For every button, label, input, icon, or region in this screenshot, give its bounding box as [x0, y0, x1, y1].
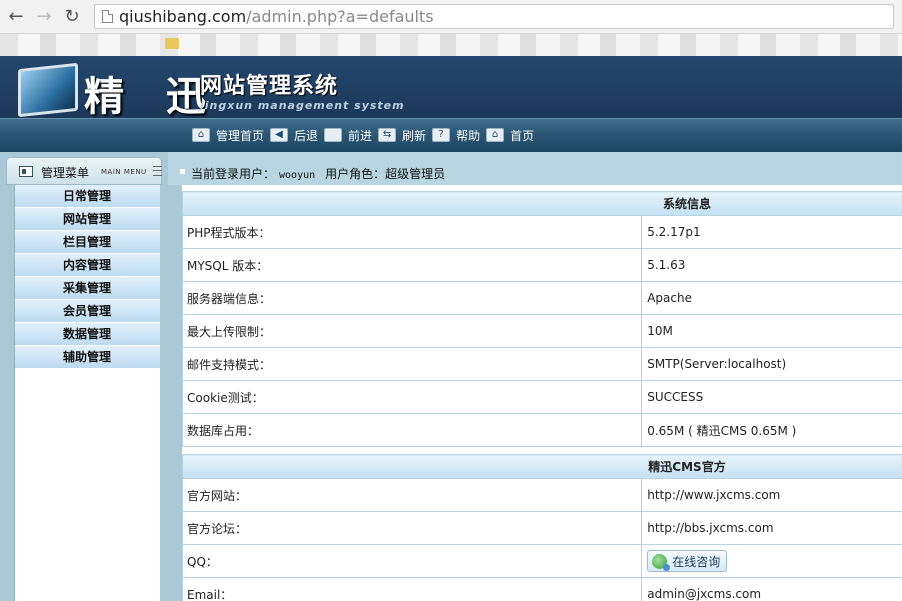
sidebar-item-columns[interactable]: 栏目管理: [15, 231, 160, 254]
logo-subtitle: jingxun management system: [200, 99, 405, 112]
table-row: 官方论坛： http://bbs.jxcms.com: [181, 511, 902, 545]
system-info-table: 系统信息 PHP程式版本： 5.2.17p1 MYSQL 版本： 5.1.63 服务…: [181, 191, 902, 447]
home-icon: ⌂: [486, 128, 505, 142]
table-row: QQ： 在线咨询: [181, 544, 902, 578]
sidebar-header: 管理菜单 MAIN MENU: [6, 157, 162, 185]
sidebar: 管理菜单 MAIN MENU 日常管理 网站管理 栏目管理 内容管理 采集管理 …: [0, 152, 168, 601]
table-title: 精迅CMS官方: [182, 454, 902, 479]
help-icon: ?: [432, 128, 451, 142]
sidebar-item-members[interactable]: 会员管理: [15, 300, 160, 323]
nav-label: 后退: [294, 128, 319, 143]
logo-system-name: 网站管理系统: [200, 74, 339, 99]
row-label: 官方论坛：: [181, 511, 643, 545]
sidebar-title: 管理菜单: [41, 166, 90, 180]
button-label: 在线咨询: [672, 554, 721, 569]
email-link[interactable]: admin@jxcms.com: [641, 577, 902, 601]
table-row: MYSQL 版本： 5.1.63: [181, 248, 902, 282]
role-label: 用户角色：: [325, 167, 386, 181]
row-label: MYSQL 版本：: [181, 248, 643, 282]
nav-forward[interactable]: 前进: [324, 127, 372, 144]
official-site-link[interactable]: http://www.jxcms.com: [641, 478, 902, 512]
row-label: Email：: [181, 577, 643, 601]
table-row: PHP程式版本： 5.2.17p1: [181, 215, 902, 249]
qq-icon: [652, 553, 671, 571]
page-icon: [102, 10, 113, 23]
top-nav: ⌂ 管理首页 ◀ 后退 前进 ⇆ 刷新 ? 帮助 ⌂ 首页: [192, 126, 540, 144]
table-row: 数据库占用： 0.65M ( 精迅CMS 0.65M ): [181, 413, 902, 447]
forward-icon: [324, 128, 343, 142]
row-value: Apache: [641, 281, 902, 315]
row-value: SMTP(Server:localhost): [641, 347, 902, 381]
table-row: 服务器端信息： Apache: [181, 281, 902, 315]
nav-label: 首页: [510, 128, 535, 143]
row-value: 5.1.63: [641, 248, 902, 282]
address-text: qiushibang.com/admin.php?a=defaults: [119, 7, 434, 26]
refresh-icon: ⇆: [378, 128, 397, 142]
user-bar: 当前登录用户： wooyun 用户角色：超级管理员: [168, 152, 902, 185]
sidebar-item-site[interactable]: 网站管理: [15, 208, 160, 231]
nav-label: 管理首页: [216, 128, 265, 143]
nav-back[interactable]: ◀ 后退: [270, 127, 318, 144]
main-content: 当前登录用户： wooyun 用户角色：超级管理员 系统信息 PHP程式版本： 5.2…: [168, 152, 902, 601]
table-row: 官方网站： http://www.jxcms.com: [181, 478, 902, 512]
monitor-icon: [18, 62, 78, 118]
row-value: 0.65M ( 精迅CMS 0.65M ): [641, 413, 902, 447]
row-label: 服务器端信息：: [181, 281, 643, 315]
nav-help[interactable]: ? 帮助: [432, 127, 480, 144]
home-icon: ⌂: [192, 128, 210, 142]
table-row: Cookie测试： SUCCESS: [181, 380, 902, 414]
row-label: 最大上传限制：: [181, 314, 643, 348]
nav-refresh[interactable]: ⇆ 刷新: [378, 127, 426, 144]
sidebar-subtitle: MAIN MENU: [101, 168, 147, 176]
table-row: Email： admin@jxcms.com: [181, 577, 902, 601]
back-icon: ◀: [270, 128, 289, 142]
row-label: 官方网站：: [181, 478, 643, 512]
user-label: 当前登录用户：: [191, 167, 276, 181]
table-row: 最大上传限制： 10M: [181, 314, 902, 348]
row-label: PHP程式版本：: [181, 215, 643, 249]
row-value: SUCCESS: [641, 380, 902, 414]
header-banner: 精 迅 网站管理系统 jingxun management system ⌂ 管…: [0, 56, 902, 152]
row-label: 数据库占用：: [181, 413, 643, 447]
bullet-icon: [180, 169, 185, 174]
sidebar-item-collect[interactable]: 采集管理: [15, 277, 160, 300]
row-value: 在线咨询: [641, 544, 902, 578]
arrow-left-icon[interactable]: ←: [4, 5, 28, 29]
sidebar-item-daily[interactable]: 日常管理: [15, 185, 160, 208]
bookmarks-bar: [0, 34, 902, 56]
row-label: QQ：: [181, 544, 643, 578]
online-consult-button[interactable]: 在线咨询: [647, 550, 728, 572]
row-label: 邮件支持模式：: [181, 347, 643, 381]
nav-label: 帮助: [456, 128, 481, 143]
table-title: 系统信息: [182, 191, 902, 216]
nav-home[interactable]: ⌂ 首页: [486, 127, 534, 144]
official-forum-link[interactable]: http://bbs.jxcms.com: [641, 511, 902, 545]
list-icon[interactable]: [153, 166, 162, 176]
table-row: 邮件支持模式： SMTP(Server:localhost): [181, 347, 902, 381]
arrow-right-icon[interactable]: →: [32, 5, 56, 29]
nav-label: 前进: [348, 128, 373, 143]
browser-toolbar: ← → ↻ qiushibang.com/admin.php?a=default…: [0, 0, 902, 34]
row-value: 10M: [641, 314, 902, 348]
sidebar-item-content[interactable]: 内容管理: [15, 254, 160, 277]
sidebar-menu: 日常管理 网站管理 栏目管理 内容管理 采集管理 会员管理 数据管理 辅助管理: [14, 185, 160, 601]
user-info: 当前登录用户： wooyun 用户角色：超级管理员: [191, 165, 445, 182]
nav-admin-home[interactable]: ⌂ 管理首页: [192, 127, 264, 144]
folder-icon[interactable]: [165, 38, 179, 49]
sidebar-item-auxiliary[interactable]: 辅助管理: [15, 346, 160, 369]
reload-icon[interactable]: ↻: [60, 5, 84, 29]
nav-label: 刷新: [402, 128, 427, 143]
role-value: 超级管理员: [385, 167, 446, 181]
menu-icon: [19, 166, 33, 177]
frame-border: [168, 185, 182, 601]
sidebar-item-data[interactable]: 数据管理: [15, 323, 160, 346]
address-bar[interactable]: qiushibang.com/admin.php?a=defaults: [94, 4, 894, 29]
row-label: Cookie测试：: [181, 380, 643, 414]
row-value: 5.2.17p1: [641, 215, 902, 249]
official-info-table: 精迅CMS官方 官方网站： http://www.jxcms.com 官方论坛： h…: [181, 454, 902, 601]
user-name: wooyun: [279, 170, 316, 181]
